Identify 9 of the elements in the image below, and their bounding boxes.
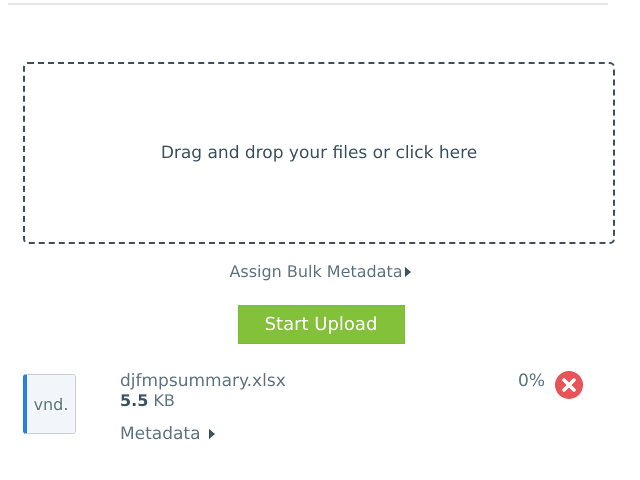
metadata-link[interactable]: Metadata (120, 424, 201, 444)
remove-icon[interactable] (554, 371, 583, 399)
drop-zone[interactable]: Drag and drop your files or click here (23, 62, 615, 244)
drop-zone-label: Drag and drop your files or click here (160, 143, 478, 163)
file-name: djfmpsummary.xlsx (120, 371, 287, 391)
file-type-badge: vnd. (23, 374, 76, 434)
file-size: 5.5 KB (120, 391, 176, 410)
progress-percent: 0% (518, 371, 545, 391)
bulk-metadata-link[interactable]: Assign Bulk Metadata (229, 262, 403, 281)
